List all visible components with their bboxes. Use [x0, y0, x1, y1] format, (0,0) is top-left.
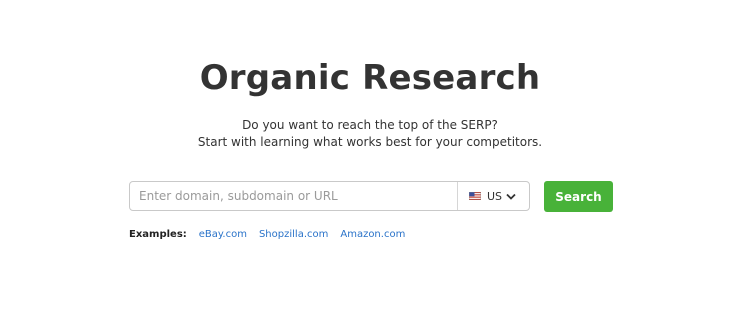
- example-link-ebay[interactable]: eBay.com: [199, 229, 247, 240]
- examples-row: Examples: eBay.com Shopzilla.com Amazon.…: [129, 227, 417, 241]
- database-select[interactable]: US: [457, 182, 529, 210]
- database-select-value: US: [487, 189, 503, 203]
- page-title: Organic Research: [199, 58, 541, 98]
- organic-research-page: Organic Research Do you want to reach th…: [0, 0, 740, 333]
- page-subtitle: Do you want to reach the top of the SERP…: [0, 117, 740, 151]
- examples-label: Examples:: [129, 228, 187, 240]
- search-button[interactable]: Search: [544, 181, 613, 212]
- domain-search-input[interactable]: [130, 182, 457, 210]
- example-link-amazon[interactable]: Amazon.com: [340, 229, 405, 240]
- us-flag-icon: [469, 192, 481, 200]
- search-box: US: [129, 181, 530, 211]
- subtitle-line-2: Start with learning what works best for …: [197, 135, 543, 149]
- example-link-shopzilla[interactable]: Shopzilla.com: [259, 229, 328, 240]
- chevron-down-icon: [506, 193, 516, 200]
- subtitle-line-1: Do you want to reach the top of the SERP…: [242, 118, 498, 132]
